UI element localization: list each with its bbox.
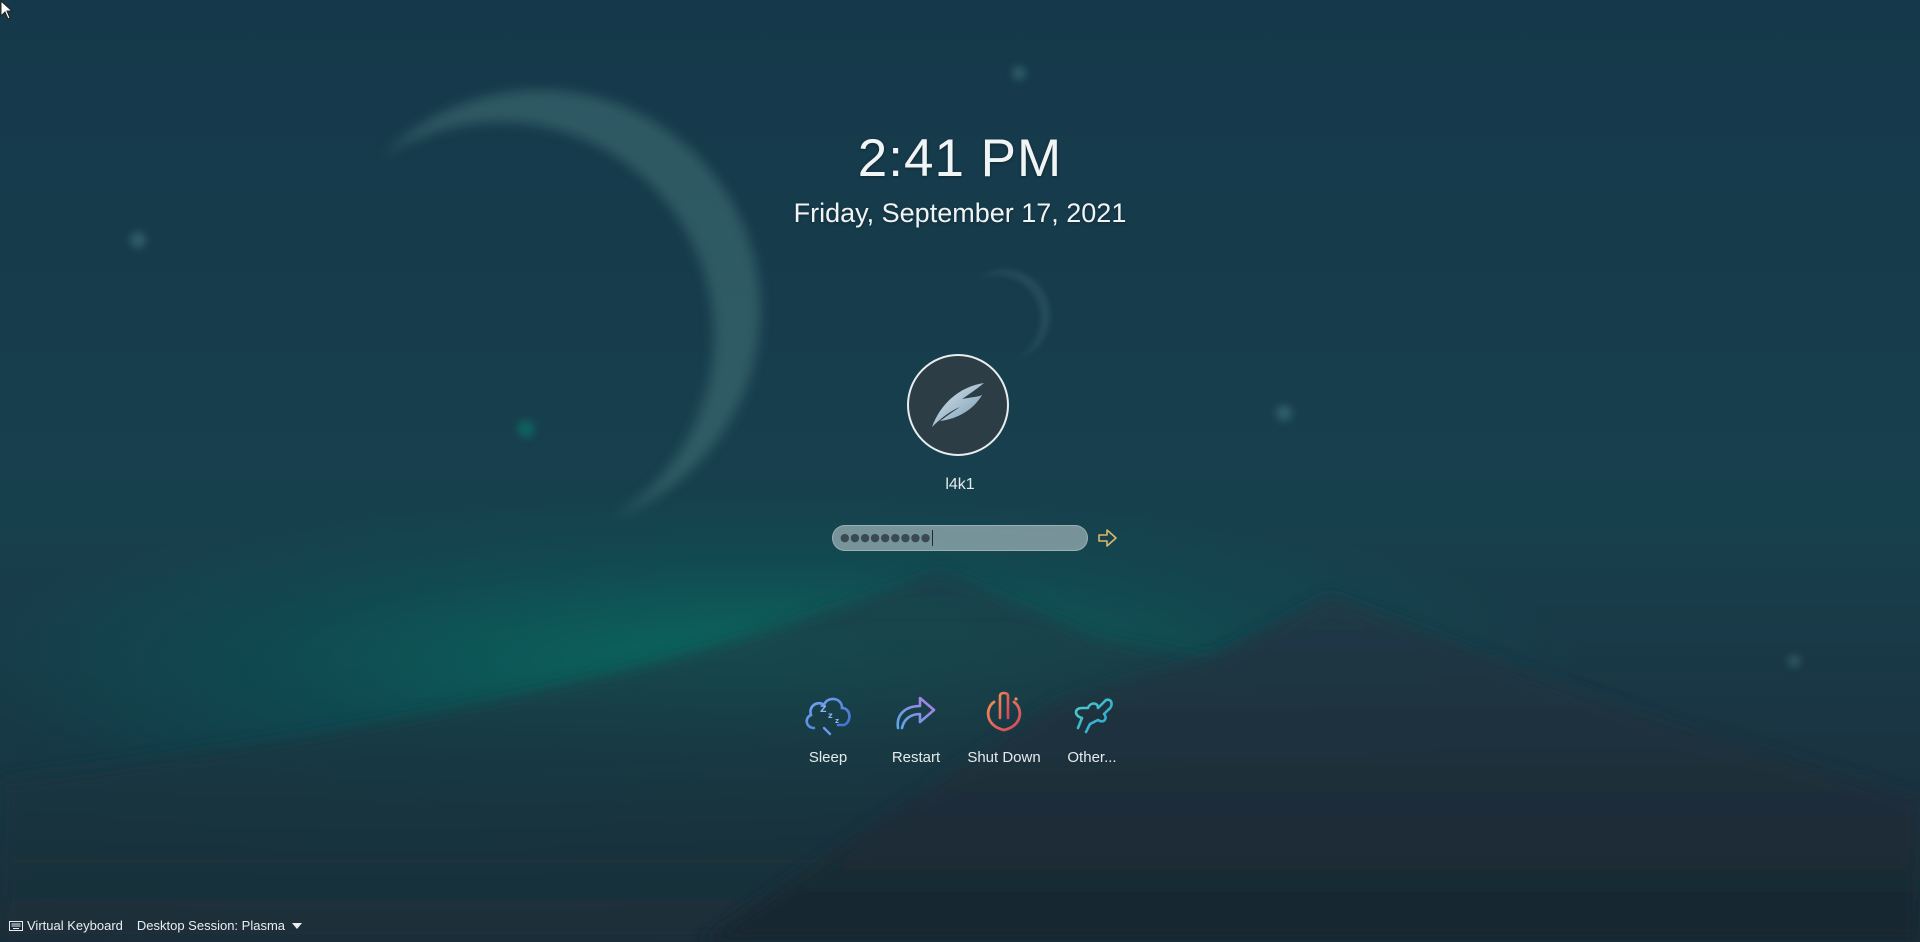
shutdown-icon — [986, 691, 1022, 732]
username-label: l4k1 — [945, 476, 975, 493]
shutdown-label: Shut Down — [967, 749, 1041, 766]
shutdown-button[interactable]: Shut Down — [959, 688, 1049, 766]
sleep-label: Sleep — [808, 749, 848, 766]
mouse-cursor-icon — [0, 0, 14, 20]
desktop-session-label: Desktop Session: Plasma — [136, 918, 285, 933]
virtual-keyboard-label: Virtual Keyboard — [27, 918, 123, 933]
password-masked-text: ●●●●●●●●● — [840, 531, 931, 544]
feather-logo-icon — [932, 383, 984, 427]
restart-button[interactable]: Restart — [871, 688, 961, 766]
user-avatar[interactable] — [907, 354, 1009, 456]
restart-label: Restart — [891, 749, 941, 766]
other-label: Other... — [1067, 749, 1117, 766]
star-glow — [1276, 405, 1292, 421]
virtual-keyboard-button[interactable]: Virtual Keyboard — [9, 918, 123, 933]
password-field[interactable]: ●●●●●●●●● — [832, 525, 1088, 551]
svg-text:z: z — [828, 711, 833, 720]
switch-user-icon — [1074, 698, 1113, 734]
bottom-toolbar: Virtual Keyboard Desktop Session: Plasma — [9, 918, 316, 933]
text-caret — [931, 530, 933, 546]
other-button[interactable]: Other... — [1047, 688, 1137, 766]
star-glow — [1788, 655, 1800, 667]
star-glow — [130, 232, 146, 248]
desktop-session-select[interactable]: Desktop Session: Plasma — [137, 918, 302, 933]
chevron-down-icon — [292, 922, 302, 929]
restart-icon — [896, 696, 936, 730]
arrow-right-icon — [1098, 529, 1117, 547]
sleep-icon: Z z z — [805, 697, 851, 736]
svg-text:z: z — [835, 717, 839, 725]
sleep-button[interactable]: Z z z Sleep — [783, 688, 873, 766]
svg-text:Z: Z — [820, 705, 827, 715]
clock-time: 2:41 PM — [857, 129, 1063, 188]
login-button[interactable] — [1096, 527, 1120, 549]
star-glow — [1012, 66, 1026, 80]
clock-date: Friday, September 17, 2021 — [793, 198, 1127, 228]
keyboard-icon — [9, 920, 23, 931]
star-glow — [517, 420, 535, 438]
